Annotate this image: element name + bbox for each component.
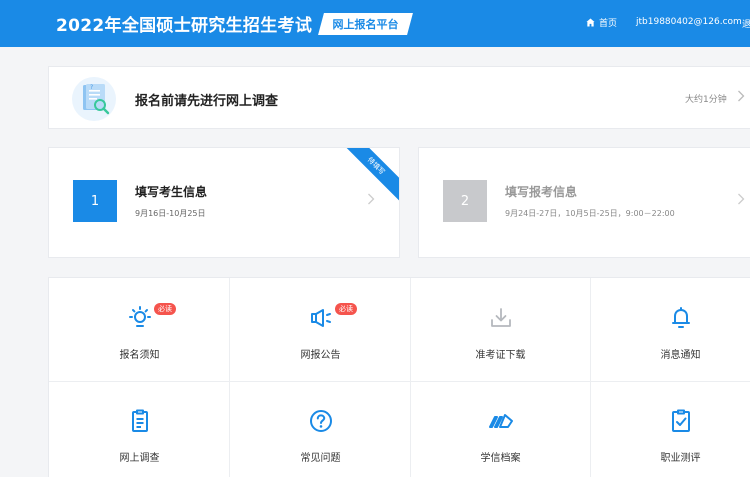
platform-tag: 网上报名平台 [318, 13, 413, 35]
grid-item-online-survey[interactable]: 网上调查 [49, 381, 230, 477]
platform-label: 网上报名平台 [332, 18, 399, 31]
grid-item-label: 网报公告 [300, 350, 341, 361]
home-label: 首页 [599, 19, 618, 29]
survey-time: 大约1分钟 [685, 95, 727, 105]
grid-item-announcement[interactable]: 必读 网报公告 [230, 278, 411, 381]
grid-item-career-assessment[interactable]: 职业测评 [590, 381, 750, 477]
home-link[interactable]: 首页 [586, 16, 617, 29]
logout-link[interactable]: 退 [742, 17, 750, 30]
bulb-icon [128, 306, 151, 327]
assessment-icon [671, 409, 690, 432]
chevron-right-icon [368, 193, 375, 205]
grid-item-notifications[interactable]: 消息通知 [590, 278, 750, 381]
archive-icon [488, 414, 513, 428]
svg-text:?: ? [90, 84, 93, 91]
step-number: 1 [73, 180, 117, 222]
megaphone-icon [310, 309, 331, 327]
grid-item-label: 学信档案 [480, 453, 521, 464]
user-email[interactable]: jtb19880402@126.com [636, 17, 742, 27]
clipboard-icon [131, 409, 148, 432]
chevron-right-icon [738, 90, 745, 102]
grid-item-faq[interactable]: 常见问题 [230, 381, 411, 477]
step-dates: 9月24日-27日，10月5日-25日，9:00－22:00 [505, 209, 675, 218]
grid-item-admission-ticket-download[interactable]: 准考证下载 [410, 278, 591, 381]
survey-text: 报名前请先进行网上调查 [135, 94, 279, 109]
exam-title: 2022年全国硕士研究生招生考试 [56, 16, 313, 36]
step-title: 填写报考信息 [505, 185, 578, 199]
top-header: 2022年全国硕士研究生招生考试 网上报名平台 首页 jtb19880402@1… [0, 0, 750, 47]
question-icon [309, 410, 332, 432]
grid-item-label: 网上调查 [119, 453, 160, 464]
grid-item-registration-notice[interactable]: 必读 报名须知 [49, 278, 230, 381]
home-icon [586, 18, 595, 27]
function-grid: 必读 报名须知 必读 网报公告 准考证下载 消息通知 网上调查 常见问题 学信档… [48, 277, 750, 477]
must-read-badge: 必读 [335, 303, 357, 315]
chevron-right-icon [738, 193, 745, 205]
grid-item-label: 消息通知 [660, 350, 701, 361]
step-title: 填写考生信息 [135, 185, 208, 199]
step-dates: 9月16日-10月25日 [135, 209, 206, 218]
grid-item-label: 常见问题 [300, 453, 341, 464]
grid-item-label: 职业测评 [660, 453, 701, 464]
bell-icon [671, 307, 690, 328]
step-card-candidate-info[interactable]: 1 填写考生信息 9月16日-10月25日 待填写 [48, 147, 400, 258]
download-icon [490, 308, 511, 327]
step-card-application-info[interactable]: 2 填写报考信息 9月24日-27日，10月5日-25日，9:00－22:00 [418, 147, 750, 258]
survey-banner[interactable]: ? 报名前请先进行网上调查 大约1分钟 [48, 66, 750, 129]
survey-illustration-icon: ? [72, 77, 116, 121]
step-number: 2 [443, 180, 487, 222]
must-read-badge: 必读 [154, 303, 176, 315]
grid-item-chsi-archive[interactable]: 学信档案 [410, 381, 591, 477]
grid-item-label: 报名须知 [119, 350, 160, 361]
grid-item-label: 准考证下载 [475, 350, 526, 361]
